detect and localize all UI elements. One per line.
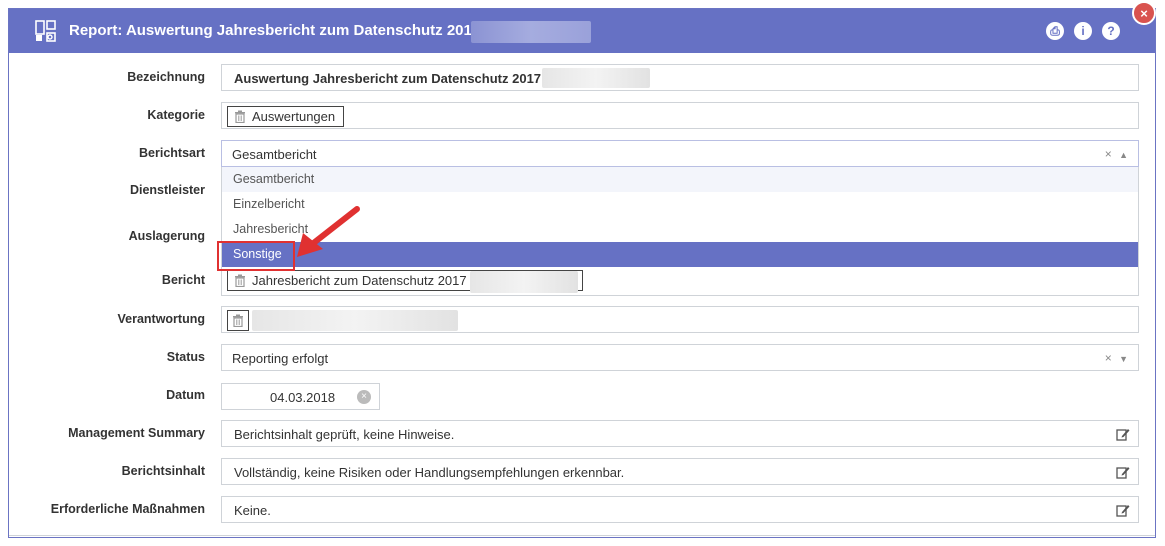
redacted-text <box>252 310 458 331</box>
berichtsinhalt-field[interactable]: Vollständig, keine Risiken oder Handlung… <box>221 458 1139 485</box>
verantwortung-field[interactable] <box>221 306 1139 333</box>
window-title: Report: Auswertung Jahresbericht zum Dat… <box>69 22 481 39</box>
redacted-text <box>470 271 578 293</box>
report-icon <box>35 20 56 42</box>
trash-icon[interactable] <box>234 110 246 123</box>
datum-input[interactable]: 04.03.2018 × <box>221 383 380 410</box>
verantwortung-tag[interactable] <box>227 310 249 331</box>
caret-up-icon[interactable]: ▲ <box>1119 150 1128 160</box>
edit-icon[interactable] <box>1116 465 1130 479</box>
bezeichnung-input[interactable]: Auswertung Jahresbericht zum Datenschutz… <box>221 64 1139 91</box>
management-summary-value: Berichtsinhalt geprüft, keine Hinweise. <box>234 427 455 442</box>
bericht-field[interactable]: Jahresbericht zum Datenschutz 2017 <box>221 266 1139 296</box>
dienstleister-label: Dienstleister <box>129 183 205 197</box>
kategorie-label: Kategorie <box>147 108 205 122</box>
berichtsart-label: Berichtsart <box>139 146 205 160</box>
highlight-box <box>217 241 295 271</box>
kategorie-field[interactable]: Auswertungen <box>221 102 1139 129</box>
caret-down-icon[interactable]: ▼ <box>1119 354 1128 364</box>
title-bar: Report: Auswertung Jahresbericht zum Dat… <box>9 1 1156 53</box>
arrow-pointer <box>297 206 360 257</box>
berichtsart-value: Gesamtbericht <box>232 147 317 162</box>
clear-icon[interactable]: × <box>1105 351 1112 365</box>
berichtsinhalt-value: Vollständig, keine Risiken oder Handlung… <box>234 465 625 480</box>
kategorie-tag[interactable]: Auswertungen <box>227 106 345 127</box>
clear-icon[interactable]: × <box>357 390 371 404</box>
kategorie-tag-label: Auswertungen <box>252 109 336 124</box>
trash-icon[interactable] <box>234 274 246 287</box>
edit-icon[interactable] <box>1116 503 1130 517</box>
option-gesamtbericht[interactable]: Gesamtbericht <box>222 167 1138 192</box>
massnahmen-value: Keine. <box>234 503 271 518</box>
management-summary-label: Management Summary <box>68 426 205 440</box>
bezeichnung-value: Auswertung Jahresbericht zum Datenschutz… <box>234 71 542 86</box>
close-icon[interactable]: × <box>1132 1 1156 25</box>
berichtsinhalt-label: Berichtsinhalt <box>121 464 205 478</box>
divider <box>9 535 1155 536</box>
trash-icon[interactable] <box>232 314 244 327</box>
redacted-title-part <box>471 21 591 43</box>
report-window: Report: Auswertung Jahresbericht zum Dat… <box>8 1 1156 538</box>
bezeichnung-label: Bezeichnung <box>127 70 205 84</box>
management-summary-field[interactable]: Berichtsinhalt geprüft, keine Hinweise. <box>221 420 1139 447</box>
verantwortung-label: Verantwortung <box>117 312 205 326</box>
berichtsart-select[interactable]: Gesamtbericht × ▲ <box>221 140 1139 167</box>
status-label: Status <box>166 350 205 364</box>
info-icon[interactable]: i <box>1074 22 1092 40</box>
status-value: Reporting erfolgt <box>232 351 329 366</box>
auslagerung-label: Auslagerung <box>128 229 205 243</box>
help-icon[interactable]: ? <box>1102 22 1120 40</box>
status-select[interactable]: Reporting erfolgt × ▼ <box>221 344 1139 371</box>
edit-icon[interactable] <box>1116 427 1130 441</box>
datum-value: 04.03.2018 <box>270 390 336 405</box>
pdf-icon[interactable]: ⎙ <box>1046 22 1064 40</box>
massnahmen-label: Erforderliche Maßnahmen <box>50 502 205 516</box>
bericht-tag-label: Jahresbericht zum Datenschutz 2017 <box>252 273 467 288</box>
bericht-label: Bericht <box>161 273 205 287</box>
massnahmen-field[interactable]: Keine. <box>221 496 1139 523</box>
clear-icon[interactable]: × <box>1105 147 1112 161</box>
datum-label: Datum <box>166 388 205 402</box>
redacted-text <box>542 68 650 88</box>
